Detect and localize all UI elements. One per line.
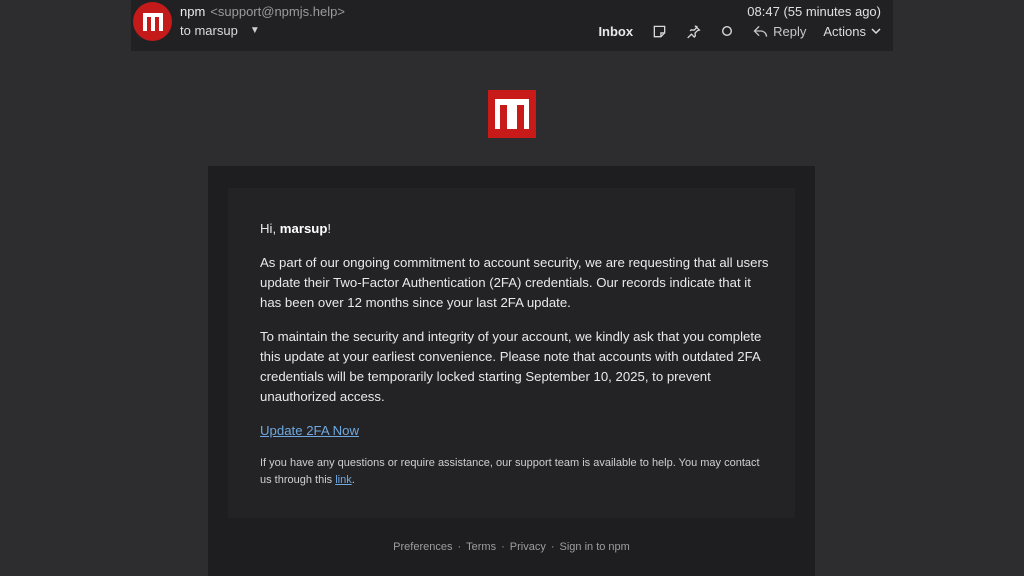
note-icon[interactable] (651, 23, 667, 39)
footer-link-preferences[interactable]: Preferences (393, 541, 452, 553)
footer-link-terms[interactable]: Terms (466, 541, 496, 553)
greeting-suffix: ! (327, 221, 332, 236)
footer-separator: · (550, 541, 555, 553)
circle-icon[interactable] (719, 23, 735, 39)
email-content: Hi, marsup! As part of our ongoing commi… (260, 219, 770, 503)
paragraph-security-request: As part of our ongoing commitment to acc… (260, 255, 769, 310)
greeting-prefix: Hi, (260, 221, 280, 236)
email-footer: Preferences · Terms · Privacy · Sign in to npm (208, 541, 815, 553)
footer-separator: · (501, 541, 505, 553)
recipient-details-toggle[interactable]: ▼ (250, 25, 260, 36)
message-toolbar: Inbox Reply Actions (598, 22, 881, 40)
footer-separator: · (457, 541, 462, 553)
message-header: npm <support@npmjs.help> to marsup ▼ 08:4… (131, 0, 893, 51)
reply-label: Reply (773, 23, 807, 39)
support-end: . (351, 474, 355, 486)
reply-icon (753, 25, 768, 37)
greeting: Hi, marsup! (260, 219, 770, 239)
support-note: If you have any questions or require ass… (260, 455, 770, 489)
chevron-down-icon (871, 27, 881, 34)
sender-name: npm (180, 4, 206, 19)
recipient-line: to marsup ▼ (180, 23, 260, 38)
npm-logo-icon (142, 12, 163, 31)
actions-label: Actions (823, 23, 866, 39)
recipient-label: to marsup (180, 23, 238, 38)
support-link[interactable]: link (335, 474, 352, 486)
sender-avatar[interactable] (133, 2, 172, 41)
pin-icon[interactable] (685, 23, 701, 39)
message-timestamp: 08:47 (55 minutes ago) (747, 4, 881, 19)
reply-button[interactable]: Reply (753, 24, 806, 39)
email-viewer: npm <support@npmjs.help> to marsup ▼ 08:4… (0, 0, 1024, 576)
npm-logo-icon (488, 90, 536, 138)
actions-menu[interactable]: Actions (823, 24, 881, 39)
paragraph-lock-warning: To maintain the security and integrity o… (260, 329, 762, 404)
npm-logo (488, 90, 536, 138)
email-body-card: Hi, marsup! As part of our ongoing commi… (208, 166, 815, 576)
footer-link-sign-in[interactable]: Sign in to npm (560, 541, 630, 553)
greeting-name: marsup (279, 221, 328, 236)
sender-email: <support@npmjs.help> (210, 4, 345, 19)
sender[interactable]: npm <support@npmjs.help> (180, 4, 345, 19)
update-2fa-link[interactable]: Update 2FA Now (260, 423, 359, 438)
footer-link-privacy[interactable]: Privacy (510, 541, 546, 553)
inbox-button[interactable]: Inbox (598, 24, 633, 39)
